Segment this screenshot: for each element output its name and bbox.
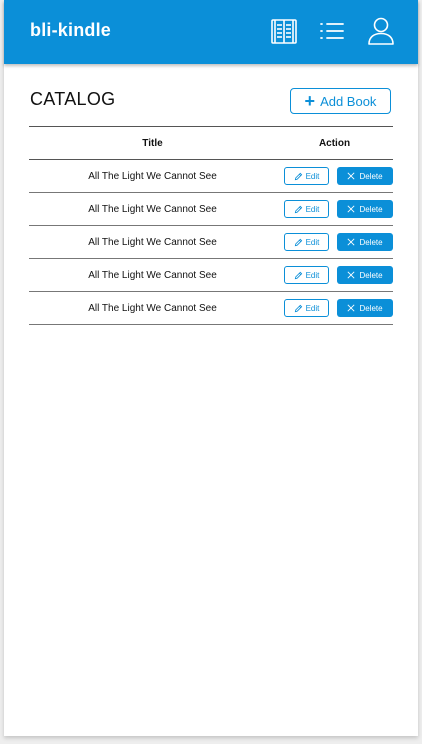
table-header: Title Action [29,126,393,160]
delete-label: Delete [359,270,383,280]
add-book-button[interactable]: + Add Book [290,88,391,114]
app-screen: bli-kindle CATALOG + Add Book Title Acti… [4,0,418,736]
close-icon [347,205,355,213]
pencil-icon [294,304,302,312]
brand-name: bli-kindle [30,20,112,40]
table-row: All The Light We Cannot See Edit Delete [29,193,393,226]
delete-label: Delete [359,171,383,181]
book-title: All The Light We Cannot See [88,170,217,182]
edit-button[interactable]: Edit [284,233,329,251]
edit-button[interactable]: Edit [284,200,329,218]
pencil-icon [294,238,302,246]
app-bar: bli-kindle [4,0,418,64]
delete-button[interactable]: Delete [337,200,393,218]
book-title: All The Light We Cannot See [88,203,217,215]
edit-button[interactable]: Edit [284,167,329,185]
delete-button[interactable]: Delete [337,299,393,317]
edit-button[interactable]: Edit [284,266,329,284]
add-book-label: Add Book [320,93,377,109]
table-row: All The Light We Cannot See Edit Delete [29,292,393,325]
plus-icon: + [304,90,316,111]
book-title: All The Light We Cannot See [88,302,217,314]
table-row: All The Light We Cannot See Edit Delete [29,226,393,259]
column-header-title: Title [142,137,163,149]
user-icon[interactable] [365,15,397,47]
close-icon [347,271,355,279]
delete-label: Delete [359,303,383,313]
delete-label: Delete [359,237,383,247]
table-row: All The Light We Cannot See Edit Delete [29,259,393,292]
close-icon [347,238,355,246]
book-title: All The Light We Cannot See [88,269,217,281]
edit-label: Edit [305,270,320,280]
close-icon [347,304,355,312]
edit-button[interactable]: Edit [284,299,329,317]
table-row: All The Light We Cannot See Edit Delete [29,160,393,193]
edit-label: Edit [305,204,320,214]
edit-label: Edit [305,171,320,181]
book-title: All The Light We Cannot See [88,236,217,248]
book-icon[interactable] [268,15,300,47]
delete-label: Delete [359,204,383,214]
delete-button[interactable]: Delete [337,266,393,284]
edit-label: Edit [305,237,320,247]
delete-button[interactable]: Delete [337,167,393,185]
pencil-icon [294,271,302,279]
column-header-action: Action [318,137,351,149]
pencil-icon [294,172,302,180]
delete-button[interactable]: Delete [337,233,393,251]
pencil-icon [294,205,302,213]
page-title: CATALOG [30,89,116,109]
close-icon [347,172,355,180]
list-icon[interactable] [316,15,348,47]
catalog-table: Title Action All The Light We Cannot See… [29,126,393,325]
edit-label: Edit [305,303,320,313]
